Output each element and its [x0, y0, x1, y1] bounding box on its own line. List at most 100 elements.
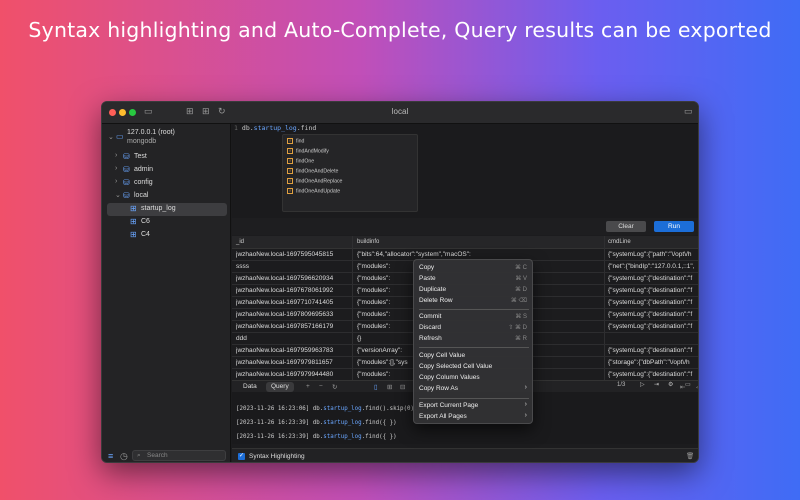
table-cell[interactable]: ddd — [236, 335, 352, 342]
remove-row-icon[interactable]: − — [319, 383, 323, 390]
chevron-right-icon[interactable]: › — [115, 178, 117, 185]
table-cell[interactable]: jwzhaoNew.local-1697979944480 — [236, 371, 352, 378]
table-icon: ⊞ — [130, 217, 137, 226]
chevron-right-icon[interactable]: › — [115, 152, 117, 159]
table-cell[interactable]: jwzhaoNew.local-1697678061992 — [236, 287, 352, 294]
next-page-icon[interactable]: ▷ — [640, 381, 645, 388]
run-button[interactable]: Run — [654, 221, 694, 232]
menu-item-label: Delete Row — [419, 297, 453, 304]
tab-data[interactable]: Data — [238, 382, 262, 392]
menu-item-copy-cell-value[interactable]: Copy Cell Value — [419, 351, 529, 361]
table-cell[interactable]: {"systemLog":{"destination":"f — [608, 371, 699, 378]
menu-item-delete-row[interactable]: Delete Row⌘ ⌫ — [419, 296, 529, 306]
autocomplete-item[interactable]: ffind — [287, 138, 304, 144]
grid-view-icon[interactable]: ⊞ — [387, 383, 392, 391]
menu-item-refresh[interactable]: Refresh ⌘ R — [419, 334, 529, 344]
menu-separator — [419, 347, 529, 348]
sidebar-item-local[interactable]: ⌄ ⛁ local — [102, 190, 231, 203]
sidebar-connection[interactable]: ⌄ ▭ 127.0.0.1 (root) mongodb — [102, 128, 231, 148]
sidebar-item-config[interactable]: › ⛁ config — [102, 177, 231, 190]
menu-item-label: Refresh — [419, 335, 442, 342]
autocomplete-item[interactable]: ffindOneAndReplace — [287, 178, 342, 184]
method-icon: f — [287, 188, 293, 194]
table-cell[interactable]: {"systemLog":{"destination":"f — [608, 347, 699, 354]
autocomplete-item[interactable]: ffindOne — [287, 158, 314, 164]
menu-item-label: Copy Cell Value — [419, 352, 465, 359]
table-cell[interactable]: {"systemLog":{"path":"\/opt\/h — [608, 251, 699, 258]
trash-icon[interactable]: 🗑 — [686, 452, 694, 460]
add-row-icon[interactable]: + — [306, 383, 310, 390]
menu-item-discard[interactable]: Discard⇧ ⌘ D — [419, 323, 529, 333]
syntax-highlighting-checkbox[interactable]: ✓ — [238, 453, 245, 460]
menu-item-shortcut: ⇧ ⌘ D — [508, 324, 527, 331]
autocomplete-item[interactable]: ffindOneAndUpdate — [287, 188, 340, 194]
table-cell[interactable]: {"net":{"bindIp":"127.0.0.1,::1", — [608, 263, 699, 270]
table-cell[interactable]: jwzhaoNew.local-1697809695633 — [236, 311, 352, 318]
syntax-highlighting-label: Syntax Highlighting — [249, 453, 305, 460]
code-prefix: db. — [242, 124, 254, 132]
menu-item-label: Copy Row As — [419, 385, 458, 392]
autocomplete-label: findOneAndReplace — [296, 178, 342, 184]
menu-item-shortcut: ⌘ V — [515, 275, 527, 282]
table-cell[interactable]: {"bits":64,"allocator":"system","macOS": — [357, 251, 477, 258]
sidebar-item-startup-log[interactable]: ⊞ startup_log — [107, 203, 227, 216]
history-icon[interactable]: ◷ — [120, 451, 128, 462]
table-cell[interactable]: jwzhaoNew.local-1697710741405 — [236, 299, 352, 306]
menu-item-commit[interactable]: Commit⌘ S — [419, 312, 529, 322]
method-icon: f — [287, 158, 293, 164]
chevron-down-icon[interactable]: ⌄ — [108, 133, 114, 141]
column-header[interactable]: cmdLine — [608, 239, 631, 245]
column-header[interactable]: buildinfo — [357, 239, 379, 245]
prev-page-icon[interactable]: ◁ — [696, 383, 699, 391]
menu-item-export-current-page[interactable]: Export Current Page› — [419, 401, 529, 411]
table-cell[interactable]: jwzhaoNew.local-1697959963783 — [236, 347, 352, 354]
autocomplete-item[interactable]: ffindAndModify — [287, 148, 329, 154]
last-page-icon[interactable]: ⇥ — [654, 381, 659, 388]
export-icon[interactable]: ▭ — [685, 381, 691, 388]
table-cell[interactable]: jwzhaoNew.local-1697596620934 — [236, 275, 352, 282]
chevron-right-icon[interactable]: › — [115, 165, 117, 172]
search-input[interactable]: ⌕ Search — [132, 450, 226, 461]
headline: Syntax highlighting and Auto-Complete, Q… — [0, 18, 800, 42]
connection-name: 127.0.0.1 (root) — [127, 129, 175, 136]
chevron-down-icon[interactable]: ⌄ — [115, 191, 121, 199]
table-cell[interactable]: {"systemLog":{"destination":"f — [608, 299, 699, 306]
menu-item-copy[interactable]: Copy⌘ C — [419, 263, 529, 273]
table-cell[interactable]: jwzhaoNew.local-1697857166179 — [236, 323, 352, 330]
sidebar-item-test[interactable]: › ⛁ Test — [102, 151, 231, 164]
menu-item-paste[interactable]: Paste⌘ V — [419, 274, 529, 284]
autocomplete-item[interactable]: ffindOneAndDelete — [287, 168, 338, 174]
menu-item-copy-column-values[interactable]: Copy Column Values — [419, 373, 529, 383]
sidebar-item-c4[interactable]: ⊞ C4 — [102, 229, 231, 242]
menu-item-duplicate[interactable]: Duplicate⌘ D — [419, 285, 529, 295]
document-view-icon[interactable]: ▯ — [374, 383, 378, 391]
console-command: .find({ }) — [362, 420, 397, 426]
panel-toggle-icon[interactable]: ▭ — [684, 106, 693, 117]
sidebar-item-admin[interactable]: › ⛁ admin — [102, 164, 231, 177]
menu-item-copy-row-as[interactable]: Copy Row As› — [419, 384, 529, 394]
table-cell[interactable]: jwzhaoNew.local-1697595045815 — [236, 251, 352, 258]
clear-button[interactable]: Clear — [606, 221, 646, 232]
filter-icon[interactable]: ≡ — [108, 451, 113, 461]
column-header[interactable]: _id — [236, 239, 244, 245]
table-cell[interactable]: {"systemLog":{"destination":"f — [608, 275, 699, 282]
table-cell[interactable]: ssss — [236, 263, 352, 270]
table-cell[interactable]: {"systemLog":{"destination":"f — [608, 323, 699, 330]
menu-item-copy-selected-cell-value[interactable]: Copy Selected Cell Value — [419, 362, 529, 372]
tree-view-icon[interactable]: ⊟ — [400, 383, 405, 391]
window-title: local — [102, 107, 698, 116]
table-cell[interactable]: {"systemLog":{"destination":"f — [608, 311, 699, 318]
search-placeholder: Search — [147, 452, 168, 459]
table-cell[interactable]: {"storage":{"dbPath":"\/opt\/h — [608, 359, 699, 366]
table-cell[interactable]: {"systemLog":{"destination":"f — [608, 287, 699, 294]
settings-icon[interactable]: ⚙ — [668, 381, 673, 388]
sidebar-item-c6[interactable]: ⊞ C6 — [102, 216, 231, 229]
menu-item-shortcut: ⌘ R — [515, 335, 527, 342]
refresh-icon[interactable]: ↻ — [332, 383, 337, 391]
console-collection: startup_log — [323, 434, 361, 440]
menu-item-shortcut: ⌘ D — [515, 286, 527, 293]
menu-item-export-all-pages[interactable]: Export All Pages› — [419, 412, 529, 422]
console-timestamp: [2023-11-26 16:23:39] — [236, 420, 313, 426]
table-cell[interactable]: jwzhaoNew.local-1697979811657 — [236, 359, 352, 366]
tab-query[interactable]: Query — [266, 382, 294, 392]
